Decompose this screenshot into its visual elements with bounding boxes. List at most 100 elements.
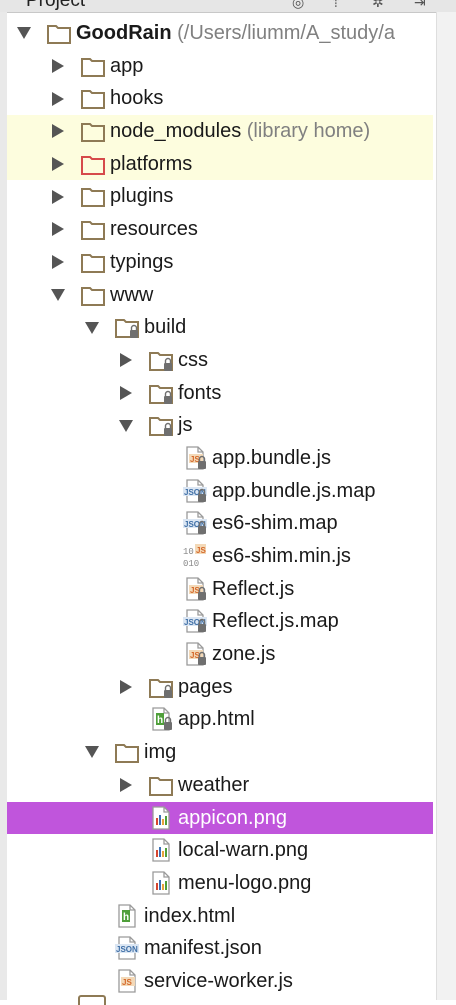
tree-row-appicon-png[interactable]: appicon.png	[7, 801, 433, 835]
tree-row-plugins[interactable]: plugins	[7, 180, 433, 213]
tree-item-label: build	[144, 311, 186, 344]
tree-row-fonts[interactable]: fonts	[7, 377, 433, 410]
hide-icon[interactable]: ⇥	[414, 0, 426, 11]
item-name: zone.js	[212, 643, 276, 666]
scrollbar[interactable]	[436, 12, 456, 1000]
folder-icon	[81, 250, 105, 274]
panel-title: Project	[26, 0, 86, 11]
item-name: GoodRain	[76, 22, 172, 44]
expand-arrow-right-icon[interactable]	[51, 82, 65, 115]
tree-item-label: pages	[178, 671, 233, 704]
tree-row-js[interactable]: js	[7, 409, 433, 442]
tree-row-zone-js[interactable]: JS zone.js	[7, 638, 433, 671]
tree-row-img[interactable]: img	[7, 736, 433, 769]
tree-item-label: img	[144, 736, 176, 769]
expand-arrow-right-icon[interactable]	[51, 246, 65, 279]
tree-row-service-worker-js[interactable]: JS service-worker.js	[7, 965, 433, 998]
tree-row-hooks[interactable]: hooks	[7, 82, 433, 115]
tree-row-platforms[interactable]: platforms	[7, 147, 433, 181]
expand-arrow-down-icon[interactable]	[51, 279, 65, 312]
tree-row-resources[interactable]: resources	[7, 213, 433, 246]
js-file-icon: JS	[115, 969, 139, 993]
expand-arrow-down-icon[interactable]	[85, 736, 99, 769]
scroll-from-source-icon[interactable]: ◎	[292, 0, 304, 11]
svg-text:10: 10	[183, 547, 194, 557]
svg-text:010: 010	[183, 559, 199, 568]
item-name: menu-logo.png	[178, 871, 312, 894]
item-name: Reflect.js.map	[212, 610, 339, 633]
js-locked-file-icon: JS	[183, 577, 207, 601]
folder-icon	[115, 315, 139, 339]
tree-item-label: typings	[110, 246, 173, 279]
item-name: www	[110, 283, 154, 306]
tree-item-label: es6-shim.min.js	[212, 540, 351, 573]
tree-item-label: Reflect.js	[212, 573, 294, 606]
item-name: js	[178, 414, 193, 437]
tree-row-local-warn-png[interactable]: local-warn.png	[7, 834, 433, 867]
expand-arrow-right-icon[interactable]	[119, 769, 133, 802]
tree-row-manifest-json[interactable]: JSON manifest.json	[7, 932, 433, 965]
expand-arrow-right-icon[interactable]	[119, 671, 133, 704]
tree-row-pages[interactable]: pages	[7, 671, 433, 704]
tree-row-app-html[interactable]: h app.html	[7, 703, 433, 736]
tree-row-node-modules[interactable]: node_modules (library home)	[7, 115, 433, 148]
tree-row-app-bundle-js[interactable]: JS app.bundle.js	[7, 442, 433, 475]
tree-item-label: resources	[110, 213, 198, 246]
folder-icon	[47, 21, 71, 45]
item-name: node_modules	[110, 120, 242, 143]
tree-row-app-bundle-js-map[interactable]: JSON app.bundle.js.map	[7, 475, 433, 508]
image-file-icon	[149, 805, 173, 830]
html-locked-file-icon: h	[149, 707, 173, 732]
js-locked-file-icon: JS	[183, 446, 207, 470]
item-name: typings	[110, 250, 174, 273]
expand-arrow-right-icon[interactable]	[119, 377, 133, 410]
tree-row-www[interactable]: www	[7, 279, 433, 312]
tree-row-reflect-js[interactable]: JS Reflect.js	[7, 573, 433, 606]
json-locked-file-icon: JSON	[183, 511, 209, 535]
expand-arrow-right-icon[interactable]	[51, 115, 65, 148]
tree-row-weather[interactable]: weather	[7, 769, 433, 802]
image-file-icon	[149, 871, 173, 895]
tree-row-build[interactable]: build	[7, 311, 433, 344]
expand-arrow-down-icon[interactable]	[85, 311, 99, 344]
expand-arrow-down-icon[interactable]	[17, 17, 31, 50]
collapse-all-icon[interactable]: ⇡	[330, 0, 342, 11]
expand-arrow-right-icon[interactable]	[51, 148, 65, 181]
expand-arrow-right-icon[interactable]	[119, 344, 133, 377]
tree-item-label: Reflect.js.map	[212, 605, 339, 638]
tree-row-goodrain[interactable]: GoodRain (/Users/liumm/A_study/a	[7, 17, 433, 50]
expand-arrow-right-icon[interactable]	[51, 180, 65, 213]
expand-arrow-right-icon[interactable]	[51, 213, 65, 246]
expand-arrow-down-icon[interactable]	[119, 409, 133, 442]
tree-row-es6-shim-map[interactable]: JSON es6-shim.map	[7, 507, 433, 540]
js-locked-file-icon: JS	[183, 642, 207, 666]
expand-arrow-right-icon[interactable]	[51, 50, 65, 83]
item-name: service-worker.js	[144, 969, 293, 992]
item-name: fonts	[178, 381, 222, 404]
tree-row-index-html[interactable]: h index.html	[7, 900, 433, 933]
tree-row-css[interactable]: css	[7, 344, 433, 377]
tree-item-label: index.html	[144, 900, 235, 933]
item-name: resources	[110, 218, 198, 241]
tree-row-reflect-js-map[interactable]: JSON Reflect.js.map	[7, 605, 433, 638]
folder-icon	[81, 54, 105, 78]
tree-item-label: appicon.png	[178, 802, 287, 835]
item-name: appicon.png	[178, 806, 287, 829]
folder-icon	[81, 86, 105, 110]
html-file-icon: h	[115, 903, 139, 928]
item-name: es6-shim.map	[212, 512, 338, 535]
folder-icon	[115, 740, 139, 764]
folder-icon	[81, 217, 105, 241]
tree-row-typings[interactable]: typings	[7, 246, 433, 279]
tree-row-menu-logo-png[interactable]: menu-logo.png	[7, 867, 433, 900]
gear-icon[interactable]: ✲	[372, 0, 384, 11]
tree-item-label: local-warn.png	[178, 834, 308, 867]
folder-icon	[81, 283, 105, 307]
item-name: platforms	[110, 152, 193, 175]
item-name: local-warn.png	[178, 839, 309, 862]
item-name: es6-shim.min.js	[212, 545, 351, 567]
folder-icon	[149, 348, 173, 372]
tree-row-app[interactable]: app	[7, 50, 433, 83]
tree-row-es6-shim-min-js[interactable]: 10 010 JS es6-shim.min.js	[7, 540, 433, 573]
folder-icon	[81, 184, 105, 208]
